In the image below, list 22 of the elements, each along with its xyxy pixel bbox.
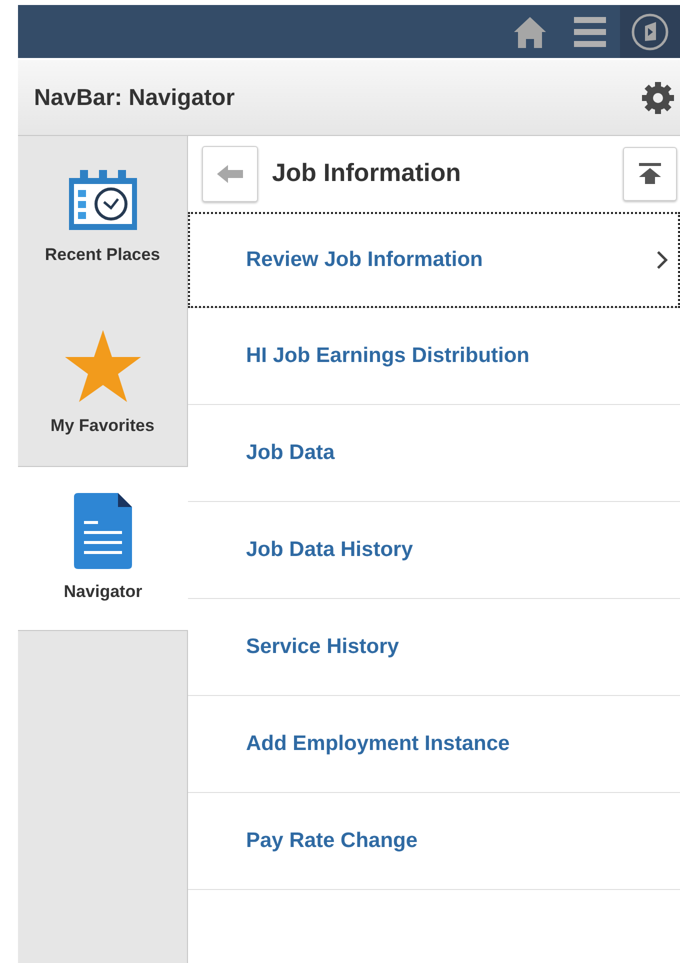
collapse-button[interactable]	[623, 147, 677, 201]
sidebar-tab[interactable]: Navigator	[18, 466, 188, 631]
document-icon	[74, 492, 132, 569]
navbar-button[interactable]	[620, 5, 680, 58]
page-title: NavBar: Navigator	[34, 83, 235, 112]
panel-title: Job Information	[272, 158, 462, 190]
settings-icon	[641, 80, 675, 114]
star-icon	[64, 328, 142, 403]
navigator-item[interactable]: Job Data History	[188, 502, 680, 599]
navigator-item[interactable]: Add Employment Instance	[188, 696, 680, 793]
navigator-item[interactable]: Service History	[188, 599, 680, 696]
back-button[interactable]	[202, 146, 258, 202]
navigator-item[interactable]: Review Job Information	[188, 212, 680, 308]
navigator-item[interactable]: Job Data	[188, 405, 680, 502]
back-arrow-icon	[216, 163, 244, 185]
chevron-right-icon	[656, 250, 668, 270]
compass-icon	[631, 12, 669, 50]
navigator-item[interactable]: HI Job Earnings Distribution	[188, 308, 680, 405]
home-icon	[512, 14, 548, 48]
move-to-top-icon	[638, 163, 662, 185]
menu-icon	[574, 16, 606, 46]
navigator-item[interactable]: Pay Rate Change	[188, 793, 680, 890]
